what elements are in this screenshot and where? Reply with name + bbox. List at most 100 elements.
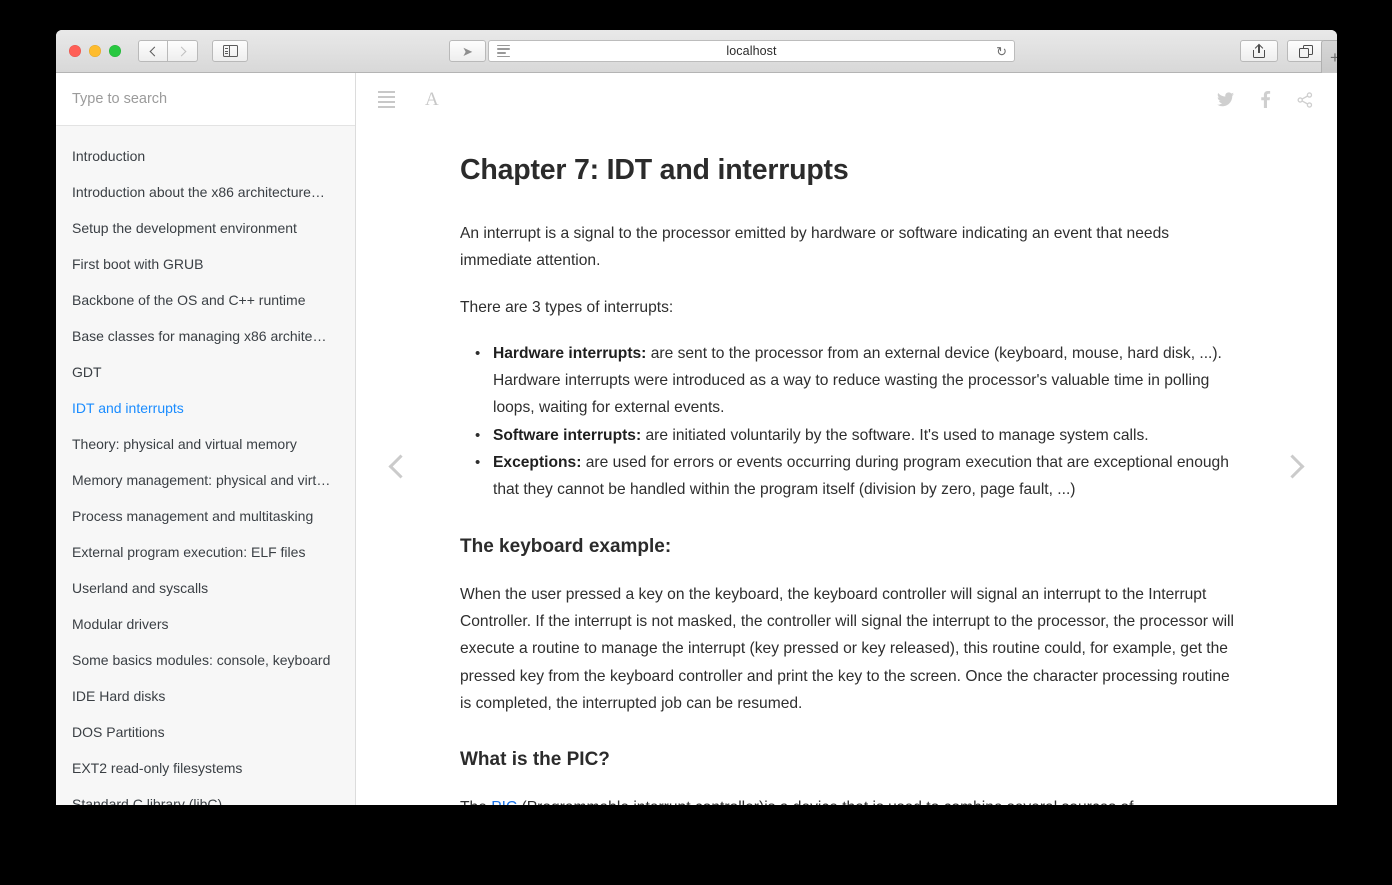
- sidebar-item-label: Userland and syscalls: [72, 580, 209, 596]
- sidebar-item-label: IDE Hard disks: [72, 688, 166, 704]
- list-item: Software interrupts: are initiated volun…: [475, 422, 1236, 450]
- close-window-button[interactable]: [69, 45, 81, 57]
- pic-text-before: The: [460, 799, 491, 805]
- sidebar-item-label: Introduction: [72, 148, 146, 164]
- share-upload-icon: [1253, 43, 1265, 58]
- browser-titlebar: ➤ localhost ↻ +: [56, 30, 1337, 73]
- facebook-icon[interactable]: [1260, 91, 1271, 108]
- sidebar-item-label: Process management and multitasking: [72, 508, 314, 524]
- interrupt-type-description: are initiated voluntarily by the softwar…: [641, 426, 1149, 444]
- sidebar-item-label: Backbone of the OS and C++ runtime: [72, 292, 306, 308]
- reader-view-icon[interactable]: [497, 44, 510, 58]
- sidebar-item-label: Base classes for managing x86 archite…: [72, 328, 327, 344]
- minimize-window-button[interactable]: [89, 45, 101, 57]
- keyboard-example-heading: The keyboard example:: [460, 535, 672, 557]
- intro-paragraph: An interrupt is a signal to the processo…: [460, 225, 1170, 270]
- interrupt-type-term: Hardware interrupts:: [493, 344, 647, 362]
- sidebar-item-label: GDT: [72, 364, 102, 380]
- sidebar-item-label: First boot with GRUB: [72, 256, 204, 272]
- toolbar-right-buttons: [1240, 40, 1325, 62]
- sidebar-item-label: Memory management: physical and virt…: [72, 472, 331, 488]
- sidebar-item-label: Modular drivers: [72, 616, 169, 632]
- pic-heading: What is the PIC?: [460, 749, 610, 771]
- page-toolbar: A: [356, 73, 1337, 126]
- sidebar-item-label: Standard C library (libC): [72, 796, 223, 805]
- interrupt-type-term: Exceptions:: [493, 454, 582, 472]
- sidebar-item-standard-c-library[interactable]: Standard C library (libC): [56, 786, 355, 805]
- next-chapter-button[interactable]: [1280, 454, 1305, 479]
- reading-pane: A Chapter 7: IDT and interrupts An inter…: [356, 73, 1337, 805]
- sidebar-item-x86-architecture[interactable]: Introduction about the x86 architecture…: [56, 174, 355, 210]
- sidebar-item-theory-virtual-memory[interactable]: Theory: physical and virtual memory: [56, 426, 355, 462]
- window-controls: [69, 45, 121, 57]
- page-title: Chapter 7: IDT and interrupts: [460, 154, 849, 186]
- sidebar-item-gdt[interactable]: GDT: [56, 354, 355, 390]
- sidebar-item-label: Setup the development environment: [72, 220, 297, 236]
- interrupt-types-list: Hardware interrupts: are sent to the pro…: [460, 340, 1236, 504]
- share-icon[interactable]: [1297, 91, 1313, 108]
- sidebar-item-idt-and-interrupts[interactable]: IDT and interrupts: [56, 390, 355, 426]
- sidebar-item-first-boot-grub[interactable]: First boot with GRUB: [56, 246, 355, 282]
- sidebar-item-label: IDT and interrupts: [72, 400, 184, 416]
- keyboard-example-paragraph: When the user pressed a key on the keybo…: [460, 585, 1234, 712]
- pic-text-after: (Programmable interrupt controller)is a …: [517, 799, 1134, 805]
- sidebar-toggle-button[interactable]: [212, 40, 248, 62]
- sidebar-item-ide-hard-disks[interactable]: IDE Hard disks: [56, 678, 355, 714]
- sidebar-item-modular-drivers[interactable]: Modular drivers: [56, 606, 355, 642]
- list-item: Exceptions: are used for errors or event…: [475, 449, 1236, 504]
- browser-window: ➤ localhost ↻ + Type to search Introduct…: [56, 30, 1337, 805]
- content-area: Introduction Introduction about the x86 …: [56, 73, 1337, 805]
- sidebar-item-base-classes-x86[interactable]: Base classes for managing x86 archite…: [56, 318, 355, 354]
- sidebar-item-label: DOS Partitions: [72, 724, 165, 740]
- sidebar-item-backbone-os-runtime[interactable]: Backbone of the OS and C++ runtime: [56, 282, 355, 318]
- navigation-buttons: [138, 40, 198, 62]
- chevron-right-icon: [176, 46, 186, 56]
- previous-chapter-button[interactable]: [388, 454, 413, 479]
- page-toolbar-right: [1217, 91, 1313, 108]
- interrupt-type-description: are used for errors or events occurring …: [493, 454, 1229, 499]
- twitter-icon[interactable]: [1217, 92, 1234, 107]
- sidebar-item-dos-partitions[interactable]: DOS Partitions: [56, 714, 355, 750]
- share-button[interactable]: [1240, 40, 1278, 62]
- tabs-overview-icon: [1299, 44, 1313, 58]
- sidebar-item-label: Theory: physical and virtual memory: [72, 436, 297, 452]
- new-tab-button[interactable]: +: [1321, 40, 1337, 73]
- sidebar-item-ext2-filesystems[interactable]: EXT2 read-only filesystems: [56, 750, 355, 786]
- maximize-window-button[interactable]: [109, 45, 121, 57]
- search-input[interactable]: [72, 91, 339, 107]
- reader-icon: ➤: [462, 43, 473, 59]
- sidebar-item-setup-environment[interactable]: Setup the development environment: [56, 210, 355, 246]
- article-content: Chapter 7: IDT and interrupts An interru…: [460, 126, 1236, 805]
- back-button[interactable]: [138, 40, 168, 62]
- address-bar-text: localhost: [726, 44, 777, 58]
- sidebar-item-label: Introduction about the x86 architecture…: [72, 184, 325, 200]
- sidebar: Introduction Introduction about the x86 …: [56, 73, 356, 805]
- forward-button[interactable]: [168, 40, 198, 62]
- chevron-left-icon: [149, 46, 160, 56]
- sidebar-item-label: Some basics modules: console, keyboard: [72, 652, 331, 668]
- sidebar-item-label: External program execution: ELF files: [72, 544, 306, 560]
- pic-link[interactable]: PIC: [491, 799, 517, 805]
- sidebar-item-introduction[interactable]: Introduction: [56, 138, 355, 174]
- list-item: Hardware interrupts: are sent to the pro…: [475, 340, 1236, 422]
- page-toolbar-left: A: [378, 90, 439, 109]
- sidebar-item-elf-files[interactable]: External program execution: ELF files: [56, 534, 355, 570]
- reader-mode-button[interactable]: ➤: [449, 40, 486, 62]
- interrupt-types-lead: There are 3 types of interrupts:: [460, 298, 674, 316]
- interrupt-type-term: Software interrupts:: [493, 426, 642, 444]
- sidebar-icon: [222, 45, 238, 57]
- reload-button[interactable]: ↻: [996, 45, 1007, 58]
- sidebar-item-userland-syscalls[interactable]: Userland and syscalls: [56, 570, 355, 606]
- sidebar-item-process-management[interactable]: Process management and multitasking: [56, 498, 355, 534]
- sidebar-item-memory-management[interactable]: Memory management: physical and virt…: [56, 462, 355, 498]
- address-bar[interactable]: localhost ↻: [488, 40, 1015, 62]
- font-size-icon[interactable]: A: [425, 90, 439, 109]
- search-row: [56, 73, 355, 126]
- sidebar-item-label: EXT2 read-only filesystems: [72, 760, 243, 776]
- show-all-tabs-button[interactable]: [1287, 40, 1325, 62]
- sidebar-item-basic-modules[interactable]: Some basics modules: console, keyboard: [56, 642, 355, 678]
- address-bar-container: localhost ↻: [488, 40, 1015, 62]
- pic-paragraph: The PIC (Programmable interrupt controll…: [460, 794, 1236, 805]
- table-of-contents-list: Introduction Introduction about the x86 …: [56, 126, 355, 805]
- toc-list-icon[interactable]: [378, 90, 395, 109]
